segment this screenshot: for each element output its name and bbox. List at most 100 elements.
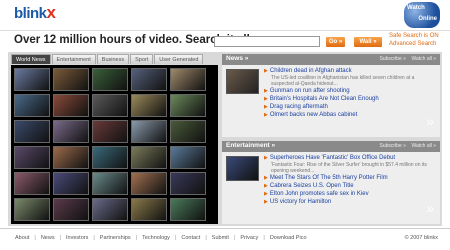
search-input[interactable]	[214, 36, 320, 47]
headline-item: ▶ Olmert backs new Abbas cabinet	[264, 111, 434, 119]
entertainment-more-arrow-icon[interactable]: »	[426, 200, 434, 216]
headline-item: ▶ Meet The Stars Of The 5th Harry Potter …	[264, 174, 434, 182]
entertainment-title[interactable]: Entertainment »	[226, 142, 275, 149]
headline-link[interactable]: Olmert backs new Abbas cabinet	[270, 112, 357, 118]
footer-link-technology[interactable]: Technology	[142, 235, 170, 241]
video-thumbnail[interactable]	[170, 94, 206, 117]
logo-x: x	[46, 3, 56, 22]
footer-separator: |	[59, 235, 62, 241]
go-button[interactable]: Go »	[326, 37, 345, 47]
bullet-arrow-icon: ▶	[264, 112, 268, 118]
footer-link-partnerships[interactable]: Partnerships	[100, 235, 131, 241]
entertainment-header: Entertainment » Subscribe » Watch all »	[222, 141, 440, 152]
news-section: News » Subscribe » Watch all » ▶ Children…	[222, 54, 440, 137]
bullet-arrow-icon: ▶	[264, 88, 268, 94]
tab-sport[interactable]: Sport	[130, 54, 154, 64]
badge-line2: Online	[418, 16, 437, 22]
video-thumbnail[interactable]	[131, 198, 167, 221]
video-thumbnail[interactable]	[53, 198, 89, 221]
entertainment-header-links: Subscribe » Watch all »	[379, 143, 436, 149]
headline-link[interactable]: Drag racing aftermath	[270, 104, 328, 110]
video-thumbnail[interactable]	[131, 172, 167, 195]
headline-link[interactable]: Gunman on run after shooting	[270, 88, 350, 94]
footer-links: About | News | Investors | Partnerships | Techno…	[15, 235, 312, 241]
headline-link[interactable]: Cabrera Seizes U.S. Open Title	[270, 183, 354, 189]
video-thumbnail[interactable]	[92, 68, 128, 91]
video-thumbnail[interactable]	[170, 146, 206, 169]
video-thumbnail[interactable]	[170, 172, 206, 195]
headline-link[interactable]: Elton John promotes safe sex in Kiev	[270, 191, 369, 197]
video-thumbnail[interactable]	[92, 94, 128, 117]
entertainment-subscribe-link[interactable]: Subscribe »	[379, 143, 405, 149]
video-thumbnail[interactable]	[53, 172, 89, 195]
wall-button[interactable]: Wall »	[354, 37, 382, 47]
video-thumbnail[interactable]	[92, 198, 128, 221]
video-thumbnail[interactable]	[14, 198, 50, 221]
footer-separator: |	[135, 235, 138, 241]
news-title[interactable]: News »	[226, 55, 248, 62]
headline-link[interactable]: Britain's Hospitals Are Not Clean Enough	[270, 96, 379, 102]
news-more-arrow-icon[interactable]: »	[426, 113, 434, 129]
news-watch-all-link[interactable]: Watch all »	[411, 56, 436, 62]
footer-link-contact[interactable]: Contact	[181, 235, 200, 241]
bullet-arrow-icon: ▶	[264, 68, 268, 74]
headline-item: ▶ Gunman on run after shooting	[264, 87, 434, 95]
video-thumbnail[interactable]	[53, 146, 89, 169]
entertainment-watch-all-link[interactable]: Watch all »	[411, 143, 436, 149]
blinkx-logo[interactable]: blinkx	[14, 3, 56, 23]
video-thumbnail[interactable]	[53, 68, 89, 91]
headline-link[interactable]: Meet The Stars Of The 5th Harry Potter F…	[270, 175, 388, 181]
video-thumbnail[interactable]	[131, 94, 167, 117]
advanced-search-link[interactable]: Advanced Search	[389, 40, 439, 48]
video-thumbnail[interactable]	[170, 68, 206, 91]
headline-item: ▶ Britain's Hospitals Are Not Clean Enoug…	[264, 95, 434, 103]
footer-link-download-pico[interactable]: Download Pico	[270, 235, 307, 241]
bullet-arrow-icon: ▶	[264, 104, 268, 110]
video-thumbnail[interactable]	[170, 198, 206, 221]
footer-separator: |	[93, 235, 95, 241]
video-thumbnail[interactable]	[92, 120, 128, 143]
channel-panels: News » Subscribe » Watch all » ▶ Children…	[222, 54, 440, 224]
video-thumbnail[interactable]	[92, 172, 128, 195]
video-thumbnail[interactable]	[53, 120, 89, 143]
safe-search-link[interactable]: Safe Search is ON	[389, 32, 439, 40]
tab-entertainment[interactable]: Entertainment	[51, 54, 96, 64]
video-thumbnail[interactable]	[14, 172, 50, 195]
news-subscribe-link[interactable]: Subscribe »	[379, 56, 405, 62]
bullet-arrow-icon: ▶	[264, 199, 268, 205]
video-thumbnail[interactable]	[53, 94, 89, 117]
video-thumbnail[interactable]	[131, 120, 167, 143]
video-thumbnail[interactable]	[14, 68, 50, 91]
headline-item: ▶ US victory for Hamilton	[264, 198, 434, 206]
headline-link[interactable]: Children dead in Afghan attack	[270, 68, 352, 74]
footer-link-investors[interactable]: Investors	[66, 235, 88, 241]
tab-business[interactable]: Business	[96, 54, 130, 64]
footer-link-submit[interactable]: Submit	[212, 235, 229, 241]
footer-separator: |	[174, 235, 177, 241]
video-thumbnail[interactable]	[131, 68, 167, 91]
header: blinkx Watch Online	[0, 0, 450, 30]
entertainment-thumbnail[interactable]	[226, 156, 259, 181]
entertainment-headlines: ▶ Superheroes Have 'Fantastic' Box Office…	[264, 154, 434, 206]
bullet-arrow-icon: ▶	[264, 96, 268, 102]
news-thumbnail[interactable]	[226, 69, 259, 94]
news-headlines: ▶ Children dead in Afghan attack The US-le…	[264, 67, 434, 119]
video-thumbnail[interactable]	[14, 120, 50, 143]
tab-user-generated[interactable]: User Generated	[154, 54, 204, 64]
video-thumbnail[interactable]	[14, 146, 50, 169]
video-thumbnail[interactable]	[92, 146, 128, 169]
entertainment-section: Entertainment » Subscribe » Watch all » …	[222, 141, 440, 224]
video-thumbnail[interactable]	[131, 146, 167, 169]
headline-link[interactable]: Superheroes Have 'Fantastic' Box Office …	[270, 155, 395, 161]
watch-online-badge[interactable]: Watch Online	[404, 2, 440, 28]
headline-link[interactable]: US victory for Hamilton	[270, 199, 331, 205]
footer-link-privacy[interactable]: Privacy	[240, 235, 258, 241]
video-thumbnail[interactable]	[170, 120, 206, 143]
tab-world-news[interactable]: World News	[11, 54, 51, 64]
footer-link-news[interactable]: News	[41, 235, 55, 241]
headline-summary: The US-led coalition in Afghanistan has …	[271, 75, 415, 87]
footer-link-about[interactable]: About	[15, 235, 29, 241]
footer-separator: |	[233, 235, 236, 241]
main-content: World News Entertainment Business Sport User…	[8, 52, 442, 226]
video-thumbnail[interactable]	[14, 94, 50, 117]
